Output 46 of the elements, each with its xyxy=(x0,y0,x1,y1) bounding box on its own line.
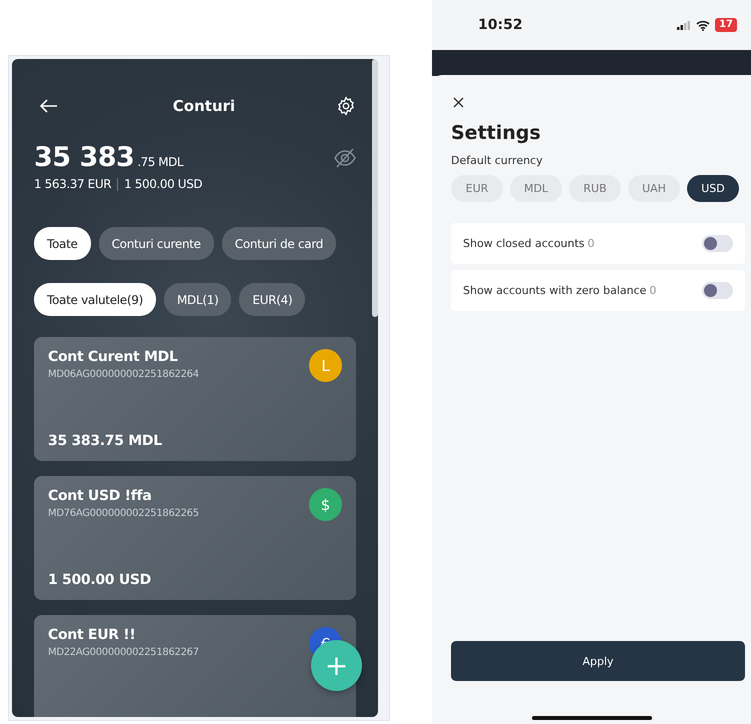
screen-title: Conturi xyxy=(172,97,236,115)
close-icon[interactable] xyxy=(453,97,464,108)
account-card[interactable]: Cont USD !ffa MD76AG000000002251862265 $ 1 500.00 USD xyxy=(34,476,356,600)
account-balance: 1 500.00 USD xyxy=(48,572,152,588)
currency-option[interactable]: USD xyxy=(687,175,739,202)
setting-count: 0 xyxy=(588,237,596,250)
balance-fraction: .75 MDL xyxy=(137,155,184,169)
section-label: Default currency xyxy=(451,154,544,167)
currency-badge: $ xyxy=(309,488,342,521)
currency-option[interactable]: RUB xyxy=(569,175,621,202)
toggle-switch[interactable] xyxy=(702,282,733,299)
account-balance: 35 383.75 MDL xyxy=(48,433,163,449)
account-iban: MD22AG000000002251862267 xyxy=(48,647,199,658)
account-iban: MD06AG000000002251862264 xyxy=(48,369,199,380)
wifi-icon xyxy=(696,20,710,30)
currency-filter-tab[interactable]: EUR(4) xyxy=(239,283,306,316)
currency-option[interactable]: EUR xyxy=(451,175,503,202)
account-name: Cont USD !ffa xyxy=(48,488,152,504)
status-time: 10:52 xyxy=(478,17,523,33)
signal-icon xyxy=(677,20,692,30)
battery-indicator: 17 xyxy=(715,18,737,32)
balance-equivalent: 1 500.00 USD xyxy=(124,177,202,191)
account-iban: MD76AG000000002251862265 xyxy=(48,508,199,519)
sheet-title: Settings xyxy=(451,122,542,144)
account-type-tab[interactable]: Conturi de card xyxy=(222,227,336,260)
currency-badge: L xyxy=(309,349,342,382)
account-card[interactable]: Cont Curent MDL MD06AG000000002251862264 L 35 383.75 MDL xyxy=(34,337,356,461)
total-balance: 35 383 xyxy=(34,142,134,173)
setting-label: Show closed accounts xyxy=(463,237,585,250)
setting-label: Show accounts with zero balance xyxy=(463,284,646,297)
currency-filter-tab[interactable]: MDL(1) xyxy=(164,283,232,316)
account-type-tab[interactable]: Conturi curente xyxy=(98,227,214,260)
account-type-tab[interactable]: Toate xyxy=(34,227,91,260)
balance-equivalent: 1 563.37 EUR xyxy=(34,177,112,191)
back-arrow-icon[interactable] xyxy=(40,99,58,113)
currency-option[interactable]: MDL xyxy=(510,175,562,202)
scrollbar[interactable] xyxy=(372,59,378,317)
eye-off-icon[interactable] xyxy=(334,148,356,168)
currency-filter-tab[interactable]: Toate valutele(9) xyxy=(34,283,156,316)
setting-count: 0 xyxy=(649,284,658,297)
settings-icon[interactable] xyxy=(336,96,356,116)
account-name: Cont Curent MDL xyxy=(48,349,179,365)
toggle-switch[interactable] xyxy=(702,235,733,252)
apply-button[interactable]: Apply xyxy=(451,641,745,681)
account-name: Cont EUR !! xyxy=(48,627,136,643)
currency-option[interactable]: UAH xyxy=(628,175,680,202)
